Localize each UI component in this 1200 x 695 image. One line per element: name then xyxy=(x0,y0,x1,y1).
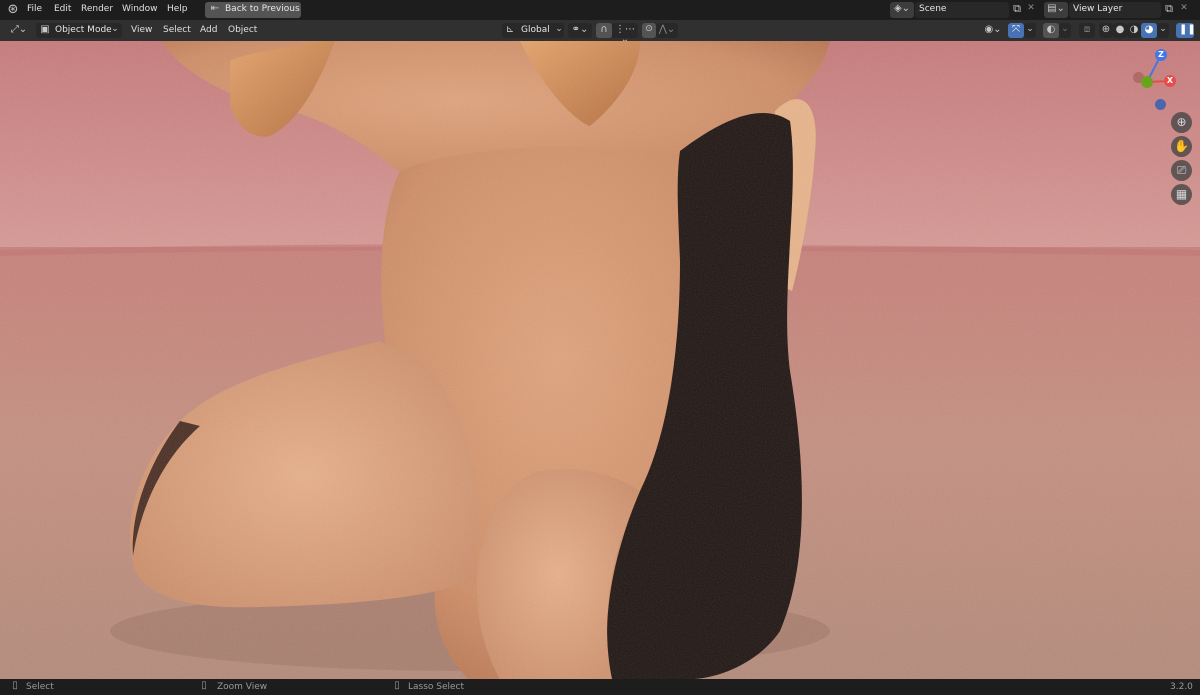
chevron-down-icon: ⌄ xyxy=(111,24,119,34)
shading-solid-button[interactable]: ● xyxy=(1113,23,1127,38)
snap-target-dropdown[interactable]: ⋮⋯⌄ xyxy=(612,23,638,45)
close-icon[interactable]: ✕ xyxy=(1178,4,1190,13)
shading-rendered-icon: ◕ xyxy=(1144,24,1154,35)
status-lasso-select: Lasso Select xyxy=(408,682,465,692)
camera-view-button[interactable]: ⎚ xyxy=(1171,160,1192,181)
chevron-down-icon: ⌄ xyxy=(1061,24,1069,34)
shading-wireframe-icon: ⊕ xyxy=(1101,24,1111,35)
scene-name-field[interactable]: Scene xyxy=(915,2,1009,18)
camera-icon: ⎚ xyxy=(1176,163,1187,177)
status-bar: ▯ Select ▯ Zoom View ▯ Lasso Select 3.2.… xyxy=(0,679,1200,695)
back-arrow-icon: ⇤ xyxy=(210,3,220,14)
copy-icon[interactable]: ⧉ xyxy=(1010,3,1024,14)
proportional-icon: ⊙ xyxy=(645,24,653,34)
status-zoom-view: Zoom View xyxy=(217,682,268,692)
pivot-point-dropdown[interactable]: ⚭⌄ xyxy=(568,23,592,38)
blender-logo-icon[interactable]: ⊛ xyxy=(6,3,20,17)
hand-icon: ✋ xyxy=(1174,139,1189,153)
mouse-middle-icon: ▯ xyxy=(201,680,207,691)
gizmo-neg-z[interactable] xyxy=(1155,99,1166,110)
viewport-header: ⤢⌄ ▣ Object Mode ⌄ View Select Add Objec… xyxy=(0,20,1200,45)
shading-rendered-button[interactable]: ◕ xyxy=(1141,23,1157,38)
mouse-left-icon: ▯ xyxy=(12,680,18,691)
editor-type-icon: ⤢⌄ xyxy=(10,24,28,35)
top-bar: ⊛ File Edit Render Window Help ⇤ Back to… xyxy=(0,0,1200,20)
view-layer-icon: ▤⌄ xyxy=(1047,3,1065,14)
3d-viewport[interactable]: Z X ⊕ ✋ ⎚ ▦ xyxy=(0,41,1200,679)
transform-orientation-dropdown[interactable]: ⊾ Global ⌄ xyxy=(502,23,564,38)
xray-toggle[interactable]: ⧈ xyxy=(1079,23,1095,38)
object-mode-dropdown[interactable]: ▣ Object Mode ⌄ xyxy=(36,23,122,38)
back-to-previous-button[interactable]: ⇤ Back to Previous xyxy=(205,2,301,18)
shading-solid-icon: ● xyxy=(1115,24,1125,35)
menu-help[interactable]: Help xyxy=(167,4,188,14)
visibility-dropdown[interactable]: ◉⌄ xyxy=(980,23,1006,38)
pause-render-button[interactable]: ❚❚ xyxy=(1176,23,1196,38)
xray-icon: ⧈ xyxy=(1083,24,1091,35)
mouse-left-icon: ▯ xyxy=(394,680,400,691)
proportional-editing-toggle[interactable]: ⊙ xyxy=(642,23,656,38)
zoom-view-button[interactable]: ⊕ xyxy=(1171,112,1192,133)
navigation-gizmo[interactable]: Z X xyxy=(1128,47,1178,117)
transform-orientation-label: Global xyxy=(521,25,550,35)
zoom-icon: ⊕ xyxy=(1176,115,1187,129)
object-mode-label: Object Mode xyxy=(55,25,112,35)
grid-icon: ▦ xyxy=(1175,187,1188,201)
gizmo-z-axis[interactable]: Z xyxy=(1155,49,1167,61)
chevron-down-icon: ⌄ xyxy=(1159,24,1167,34)
menu-object[interactable]: Object xyxy=(228,25,257,35)
menu-edit[interactable]: Edit xyxy=(54,4,71,14)
gizmo-icon: ⤧ xyxy=(1012,24,1020,35)
snap-icon: ∩ xyxy=(600,24,608,35)
view-layer-name-field[interactable]: View Layer xyxy=(1069,2,1161,18)
gizmo-x-axis[interactable]: X xyxy=(1164,75,1176,87)
overlay-icon: ◐ xyxy=(1046,24,1056,35)
pause-icon: ❚❚ xyxy=(1179,24,1196,35)
menu-add[interactable]: Add xyxy=(200,25,217,35)
pan-view-button[interactable]: ✋ xyxy=(1171,136,1192,157)
shading-material-button[interactable]: ◑ xyxy=(1127,23,1141,38)
overlay-dropdown[interactable]: ⌄ xyxy=(1059,23,1071,38)
object-mode-icon: ▣ xyxy=(40,24,50,35)
visibility-icon: ◉⌄ xyxy=(984,24,1002,35)
menu-select[interactable]: Select xyxy=(163,25,191,35)
view-layer-selector-button[interactable]: ▤⌄ xyxy=(1044,2,1068,18)
back-to-previous-label: Back to Previous xyxy=(225,4,300,14)
falloff-icon: ⋀⌄ xyxy=(658,24,676,35)
gizmo-dropdown[interactable]: ⌄ xyxy=(1024,23,1036,38)
chevron-down-icon: ⌄ xyxy=(555,24,563,34)
shading-wireframe-button[interactable]: ⊕ xyxy=(1099,23,1113,38)
menu-file[interactable]: File xyxy=(27,4,42,14)
shading-dropdown[interactable]: ⌄ xyxy=(1157,23,1169,38)
chevron-down-icon: ⌄ xyxy=(1026,24,1034,34)
overlay-toggle[interactable]: ◐ xyxy=(1043,23,1059,38)
copy-icon[interactable]: ⧉ xyxy=(1162,3,1176,14)
menu-window[interactable]: Window xyxy=(122,4,158,14)
scene-selector-button[interactable]: ◈⌄ xyxy=(890,2,914,18)
transform-orientation-icon: ⊾ xyxy=(505,24,515,35)
editor-type-button[interactable]: ⤢⌄ xyxy=(6,23,32,38)
status-select: Select xyxy=(26,682,54,692)
close-icon[interactable]: ✕ xyxy=(1025,4,1037,13)
gizmo-y-axis[interactable] xyxy=(1141,76,1153,88)
shading-material-icon: ◑ xyxy=(1129,24,1139,35)
proportional-falloff-dropdown[interactable]: ⋀⌄ xyxy=(656,23,678,38)
version-label: 3.2.0 xyxy=(1170,682,1193,692)
menu-render[interactable]: Render xyxy=(81,4,113,14)
snap-toggle[interactable]: ∩ xyxy=(596,23,612,38)
perspective-toggle-button[interactable]: ▦ xyxy=(1171,184,1192,205)
gizmo-toggle[interactable]: ⤧ xyxy=(1008,23,1024,38)
pivot-icon: ⚭⌄ xyxy=(571,24,589,35)
scene-icon: ◈⌄ xyxy=(893,3,911,14)
menu-view[interactable]: View xyxy=(131,25,152,35)
rendered-scene xyxy=(0,41,1200,679)
